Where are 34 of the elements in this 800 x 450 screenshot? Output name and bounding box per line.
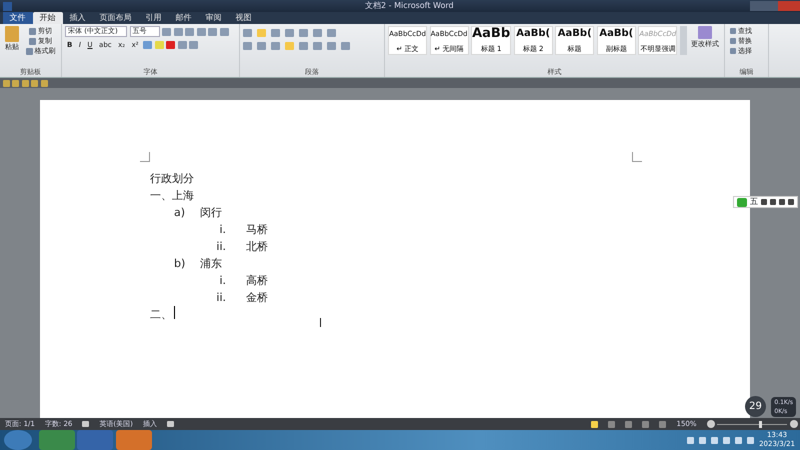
document-text: 上海 — [172, 188, 194, 204]
zoom-in-button[interactable] — [790, 420, 798, 428]
zoom-slider-thumb[interactable] — [759, 420, 762, 428]
document-text: 金桥 — [246, 290, 268, 306]
ribbon-tab[interactable]: 文件 — [2, 12, 32, 24]
document-text: 马桥 — [246, 222, 268, 238]
document-text: 闵行 — [200, 205, 222, 221]
close-button[interactable] — [778, 1, 800, 11]
list-marker: i. — [218, 273, 227, 289]
minimize-button[interactable] — [750, 1, 764, 11]
ribbon-tab[interactable]: 开始 — [32, 12, 62, 24]
list-marker: ii. — [215, 290, 227, 306]
document-text: 行政划分 — [150, 171, 194, 187]
document-text: 高桥 — [246, 273, 268, 289]
list-marker: i. — [218, 222, 227, 238]
ime-mode: 五 — [750, 196, 758, 208]
start-button[interactable] — [4, 430, 32, 450]
list-marker: 二、 — [150, 307, 172, 323]
maximize-button[interactable] — [764, 1, 778, 11]
ribbon-tab[interactable]: 审阅 — [198, 12, 228, 24]
list-marker: a) — [174, 205, 186, 221]
list-marker: 一、 — [150, 188, 172, 204]
zoom-out-button[interactable] — [706, 420, 714, 428]
ribbon-tab[interactable]: 插入 — [62, 12, 92, 24]
ime-toolbar[interactable]: 五 — [733, 196, 798, 208]
list-marker: b) — [174, 256, 186, 272]
ribbon-tab[interactable]: 视图 — [228, 12, 258, 24]
document-text: 北桥 — [246, 239, 268, 255]
ribbon-tab[interactable]: 引用 — [138, 12, 168, 24]
window-title: 文档2 - Microsoft Word — [365, 0, 454, 12]
ribbon-tab[interactable]: 邮件 — [168, 12, 198, 24]
list-marker: ii. — [215, 239, 227, 255]
document-text: 浦东 — [200, 256, 222, 272]
ribbon-tab[interactable]: 页面布局 — [92, 12, 138, 24]
